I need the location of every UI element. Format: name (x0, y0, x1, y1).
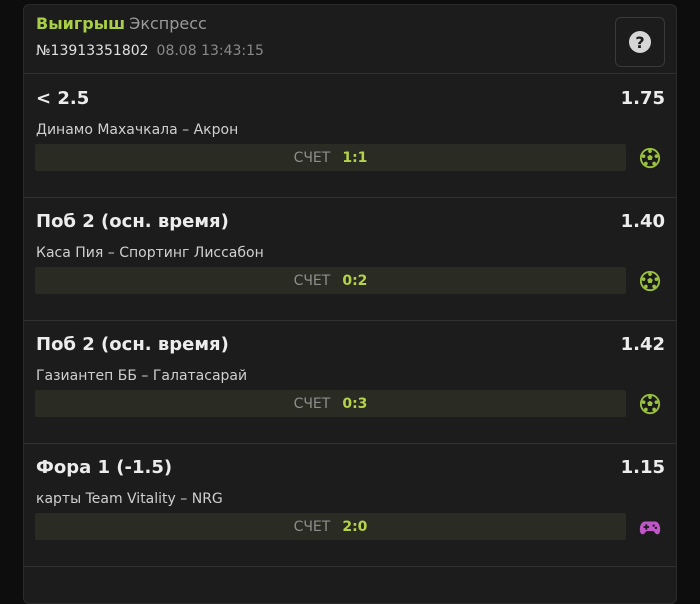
match-name: карты Team Vitality – NRG (36, 491, 223, 507)
bet-header: Выигрыш Экспресс (36, 14, 207, 33)
match-name: Каса Пия – Спортинг Лиссабон (36, 245, 264, 261)
bet-id: №13913351802 (36, 43, 149, 59)
score-bar: СЧЕТ 1:1 (35, 144, 626, 171)
score-value: 1:1 (342, 149, 368, 166)
bet-item: Поб 2 (осн. время) 1.40 Каса Пия – Спорт… (24, 197, 676, 320)
score-value: 0:3 (342, 395, 368, 412)
soccer-ball-icon (639, 270, 661, 292)
soccer-ball-icon (639, 393, 661, 415)
gamepad-icon (639, 521, 661, 535)
bet-outcome: < 2.5 (36, 88, 90, 109)
bet-outcome: Фора 1 (-1.5) (36, 457, 173, 478)
score-bar: СЧЕТ 2:0 (35, 513, 626, 540)
bet-odds: 1.42 (620, 334, 665, 355)
divider (24, 566, 676, 567)
bet-date: 08.08 13:43:15 (156, 43, 264, 59)
score-value: 2:0 (342, 518, 368, 535)
match-name: Динамо Махачкала – Акрон (36, 122, 239, 138)
question-icon: ? (629, 31, 651, 53)
score-label: СЧЕТ (293, 272, 331, 289)
bet-odds: 1.75 (620, 88, 665, 109)
bet-outcome: Поб 2 (осн. время) (36, 211, 229, 232)
bet-card: Выигрыш Экспресс №13913351802 08.08 13:43:… (23, 4, 677, 604)
score-value: 0:2 (342, 272, 368, 289)
bet-odds: 1.15 (620, 457, 665, 478)
score-label: СЧЕТ (293, 518, 331, 535)
bet-type: Экспресс (129, 14, 207, 33)
score-bar: СЧЕТ 0:3 (35, 390, 626, 417)
score-label: СЧЕТ (293, 395, 331, 412)
soccer-ball-icon (639, 147, 661, 169)
help-button[interactable]: ? (615, 17, 665, 67)
bet-outcome: Поб 2 (осн. время) (36, 334, 229, 355)
bet-meta: №13913351802 08.08 13:43:15 (36, 43, 264, 59)
match-name: Газиантеп ББ – Галатасарай (36, 368, 248, 384)
bet-item: Поб 2 (осн. время) 1.42 Газиантеп ББ – Г… (24, 320, 676, 443)
bet-odds: 1.40 (620, 211, 665, 232)
bet-status: Выигрыш (36, 14, 126, 33)
bet-item: < 2.5 1.75 Динамо Махачкала – Акрон СЧЕТ… (24, 74, 676, 197)
score-bar: СЧЕТ 0:2 (35, 267, 626, 294)
score-label: СЧЕТ (293, 149, 331, 166)
bet-item: Фора 1 (-1.5) 1.15 карты Team Vitality –… (24, 443, 676, 566)
